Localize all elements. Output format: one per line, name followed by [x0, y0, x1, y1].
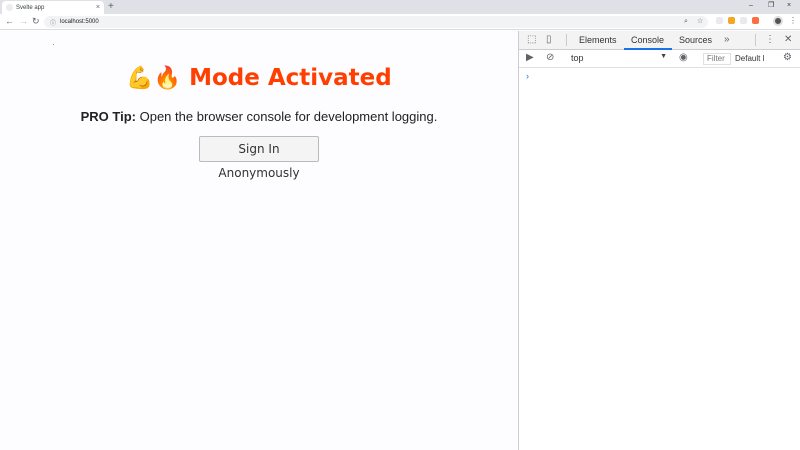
context-value: top — [571, 53, 584, 63]
devtools-menu-icon[interactable]: ⋮ — [765, 34, 775, 46]
bookmark-star-icon[interactable]: ☆ — [697, 17, 703, 27]
extension-icon[interactable] — [752, 17, 759, 24]
chrome-menu-icon[interactable]: ⋮ — [789, 16, 797, 26]
extension-icon[interactable] — [740, 17, 747, 24]
clear-console-icon[interactable]: ⊘ — [546, 52, 554, 64]
tab-strip: Svelte app × + – ❐ × — [0, 0, 800, 14]
favicon-icon — [6, 4, 13, 11]
sidebar-toggle-icon[interactable]: ▶ — [526, 52, 534, 64]
tab-elements[interactable]: Elements — [579, 35, 617, 45]
live-expression-eye-icon[interactable]: ◉ — [679, 52, 688, 64]
more-tabs-icon[interactable]: » — [724, 34, 730, 46]
stray-dot — [53, 44, 54, 45]
close-devtools-icon[interactable]: ✕ — [784, 34, 792, 46]
log-levels-dropdown[interactable]: Default l — [735, 54, 764, 63]
tab-title: Svelte app — [16, 4, 45, 11]
browser-toolbar: ← → ↻ ⓘ localhost:5000 ⌕ ☆ ⋮ — [0, 14, 800, 30]
profile-avatar[interactable] — [773, 16, 783, 26]
muscle-fire-emoji-icon: 💪🔥 — [126, 66, 182, 91]
window-close-button[interactable]: × — [787, 1, 791, 11]
zoom-icon[interactable]: ⌕ — [684, 17, 688, 27]
tab-close-icon[interactable]: × — [96, 4, 100, 11]
minimize-button[interactable]: – — [749, 1, 753, 11]
forward-arrow-icon[interactable]: → — [19, 16, 28, 27]
context-selector[interactable]: top ▼ — [571, 53, 667, 65]
pro-tip: PRO Tip: Open the browser console for de… — [0, 109, 518, 124]
address-bar[interactable]: ⓘ localhost:5000 ⌕ ☆ — [44, 16, 708, 28]
device-toolbar-icon[interactable]: ▯ — [546, 34, 552, 46]
pro-tip-text: Open the browser console for development… — [136, 109, 438, 124]
reload-icon[interactable]: ↻ — [32, 16, 40, 27]
restore-button[interactable]: ❐ — [768, 1, 774, 11]
browser-tab[interactable]: Svelte app × — [2, 1, 104, 14]
divider — [566, 34, 567, 46]
heading-text: Mode Activated — [189, 65, 392, 91]
page-heading: 💪🔥 Mode Activated — [0, 65, 518, 91]
extension-icon[interactable] — [728, 17, 735, 24]
dropdown-arrow-icon: ▼ — [660, 53, 667, 60]
inspect-element-icon[interactable]: ⬚ — [527, 34, 536, 46]
devtools-panel: ⬚ ▯ Elements Console Sources » ⋮ ✕ ▶ ⊘ t… — [518, 31, 800, 450]
settings-gear-icon[interactable]: ⚙ — [783, 52, 792, 64]
extension-icon[interactable] — [716, 17, 723, 24]
url-text: localhost:5000 — [60, 19, 99, 25]
new-tab-button[interactable]: + — [108, 1, 114, 13]
sign-in-anonymously-button[interactable]: Sign In Anonymously — [199, 136, 319, 180]
extensions — [716, 17, 759, 24]
divider — [755, 34, 756, 46]
console-prompt-icon[interactable]: › — [526, 71, 529, 81]
console-toolbar: ▶ ⊘ top ▼ ◉ Filter Default l ⚙ — [519, 50, 800, 68]
filter-input[interactable]: Filter — [703, 53, 731, 65]
back-arrow-icon[interactable]: ← — [5, 16, 14, 27]
pro-tip-label: PRO Tip: — [80, 109, 136, 124]
tab-console[interactable]: Console — [631, 35, 664, 45]
tab-sources[interactable]: Sources — [679, 35, 712, 45]
info-icon[interactable]: ⓘ — [50, 18, 56, 27]
page-viewport: 💪🔥 Mode Activated PRO Tip: Open the brow… — [0, 31, 518, 450]
devtools-tab-bar: ⬚ ▯ Elements Console Sources » ⋮ ✕ — [519, 31, 800, 50]
